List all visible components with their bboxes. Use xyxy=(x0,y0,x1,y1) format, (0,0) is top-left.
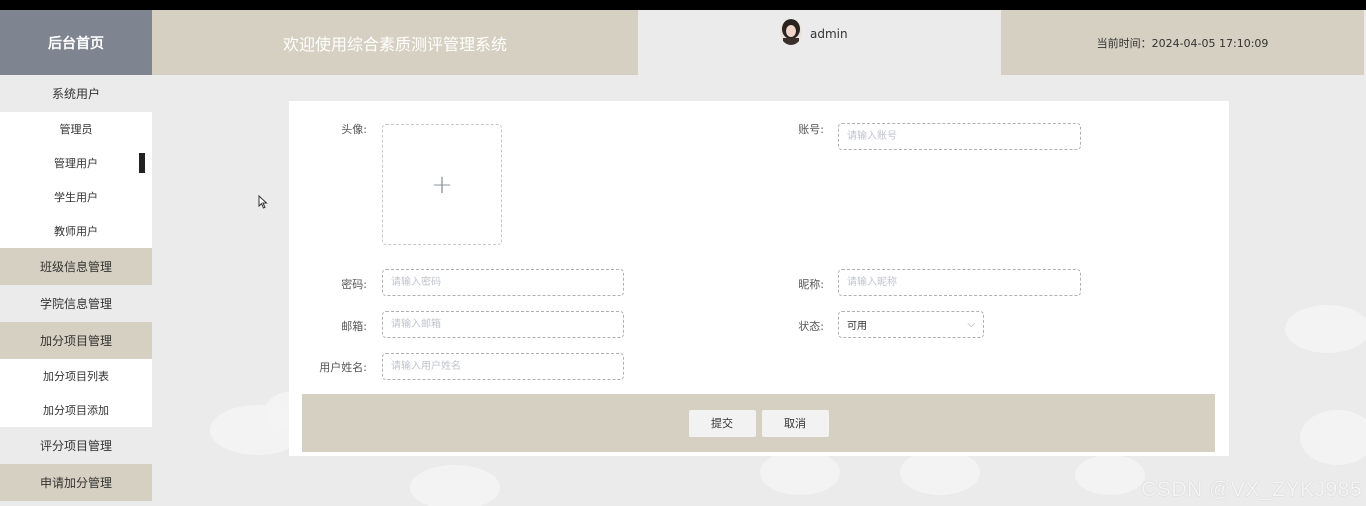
sidebar-item-bonus-list[interactable]: 加分项目列表 xyxy=(0,359,152,393)
sidebar-item-student-users[interactable]: 学生用户 xyxy=(0,180,152,214)
status-label: 状态: xyxy=(798,320,824,333)
decor-bubble xyxy=(760,450,840,495)
sidebar-item-label: 评分项目管理 xyxy=(39,439,112,453)
sidebar-item-bonus-applications[interactable]: 申请加分管理 xyxy=(0,464,152,501)
password-label: 密码: xyxy=(341,278,367,291)
sidebar-item-label: 系统用户 xyxy=(51,87,100,101)
sidebar-item-scoring-projects[interactable]: 评分项目管理 xyxy=(0,427,152,464)
username: admin xyxy=(810,27,848,41)
sidebar-item-label: 申请加分管理 xyxy=(39,476,112,490)
current-time: 当前时间：2024-04-05 17:10:09 xyxy=(1001,10,1364,75)
sidebar-item-bonus-projects[interactable]: 加分项目管理 xyxy=(0,322,152,359)
nickname-input[interactable] xyxy=(838,269,1081,296)
account-label: 账号: xyxy=(798,123,824,136)
sidebar-item-label: 加分项目添加 xyxy=(43,404,109,417)
system-title: 欢迎使用综合素质测评管理系统 xyxy=(152,10,638,75)
realname-label: 用户姓名: xyxy=(319,361,367,374)
form-actions: 提交 取消 xyxy=(302,394,1215,452)
sidebar-item-admin[interactable]: 管理员 xyxy=(0,112,152,146)
sidebar-item-label: 管理用户 xyxy=(54,157,98,170)
avatar-upload[interactable]: + xyxy=(382,124,502,245)
sidebar-item-label: 管理员 xyxy=(59,123,93,136)
watermark: CSDN @VX_ZYKJ985 xyxy=(1141,478,1362,501)
status-select[interactable]: 可用 ⌵ xyxy=(838,311,984,338)
sidebar-item-label: 教师用户 xyxy=(54,225,98,238)
decor-bubble xyxy=(1285,305,1366,353)
sidebar: 系统用户 管理员 管理用户 学生用户 教师用户 班级信息管理 学院信息管理 加分… xyxy=(0,75,152,506)
realname-input[interactable] xyxy=(382,353,624,380)
sidebar-item-label: 学生用户 xyxy=(54,191,98,204)
decor-bubble xyxy=(1075,455,1145,495)
decor-bubble xyxy=(410,465,500,506)
mouse-pointer-icon xyxy=(258,194,268,212)
decor-bubble xyxy=(1300,410,1366,465)
active-indicator xyxy=(139,153,145,173)
sidebar-item-college-info[interactable]: 学院信息管理 xyxy=(0,285,152,322)
decor-bubble xyxy=(900,450,980,495)
status-value: 可用 xyxy=(847,321,867,332)
avatar-label: 头像: xyxy=(341,123,367,136)
sidebar-item-label: 学院信息管理 xyxy=(39,297,112,311)
plus-icon: + xyxy=(431,169,453,200)
sidebar-item-manage-users[interactable]: 管理用户 xyxy=(0,146,152,180)
app-window: 后台首页 欢迎使用综合素质测评管理系统 admin 当前时间：2024-04-0… xyxy=(0,10,1366,506)
sidebar-item-bonus-add[interactable]: 加分项目添加 xyxy=(0,393,152,427)
submit-button[interactable]: 提交 xyxy=(688,409,756,437)
home-logo[interactable]: 后台首页 xyxy=(0,10,152,75)
sidebar-item-label: 班级信息管理 xyxy=(39,260,112,274)
top-header: 后台首页 欢迎使用综合素质测评管理系统 admin 当前时间：2024-04-0… xyxy=(0,10,1366,75)
sidebar-item-label: 加分项目列表 xyxy=(43,370,109,383)
sidebar-item-teacher-users[interactable]: 教师用户 xyxy=(0,214,152,248)
sidebar-item-label: 加分项目管理 xyxy=(39,334,112,348)
user-form-card: 头像: + 账号: 密码: 昵称: 邮箱: 状态: 可用 ⌵ 用户姓名: 提交 … xyxy=(289,101,1229,456)
sidebar-item-system-users[interactable]: 系统用户 xyxy=(0,75,152,112)
sidebar-item-class-info[interactable]: 班级信息管理 xyxy=(0,248,152,285)
nickname-label: 昵称: xyxy=(798,278,824,291)
cancel-button[interactable]: 取消 xyxy=(761,409,829,437)
email-input[interactable] xyxy=(382,311,624,338)
password-input[interactable] xyxy=(382,269,624,296)
chevron-down-icon: ⌵ xyxy=(967,319,975,330)
user-info[interactable]: admin xyxy=(638,10,1001,75)
account-input[interactable] xyxy=(838,123,1081,150)
email-label: 邮箱: xyxy=(341,320,367,333)
avatar[interactable] xyxy=(780,19,802,45)
